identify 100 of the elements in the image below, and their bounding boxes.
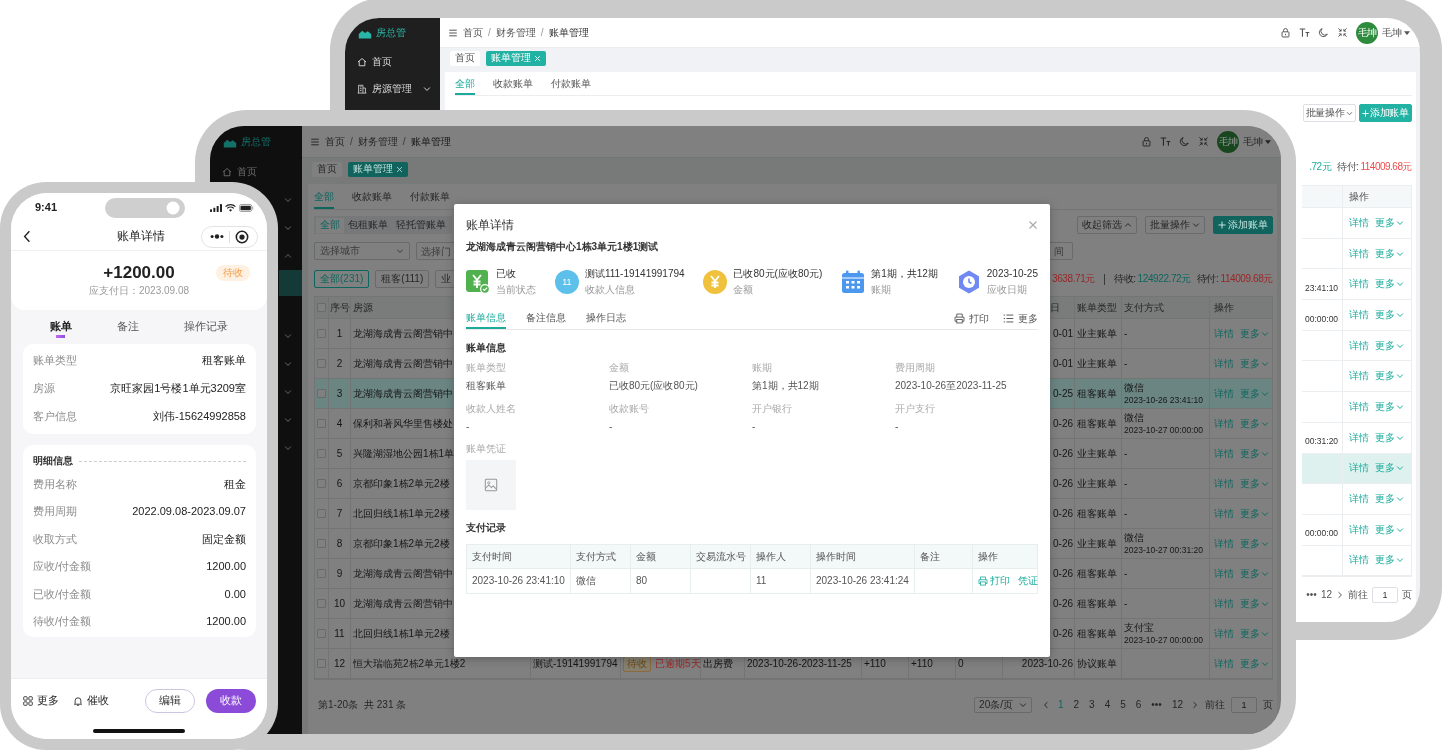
count-tab[interactable]: 全部(231) (314, 270, 370, 288)
menu-icon[interactable] (448, 27, 458, 38)
lock-icon[interactable] (1141, 136, 1152, 147)
shrink-screen-icon[interactable] (1198, 136, 1209, 147)
chevron-down-icon[interactable] (284, 224, 292, 232)
more-actions-link[interactable]: 更多 (1375, 523, 1404, 536)
breadcrumb-link[interactable]: 财务管理 (357, 135, 398, 148)
checkbox[interactable] (317, 329, 326, 338)
detail-link[interactable]: 详情 (1214, 327, 1234, 340)
next-page-icon[interactable] (1191, 701, 1199, 709)
goto-page-input[interactable]: 1 (1231, 697, 1257, 713)
user-menu[interactable]: 毛坤 (1382, 26, 1410, 39)
checkbox[interactable] (317, 479, 326, 488)
more-actions-link[interactable]: 更多 (1375, 462, 1404, 475)
detail-link[interactable]: 详情 (1214, 507, 1234, 520)
detail-link[interactable]: 详情 (1214, 447, 1234, 460)
close-icon[interactable] (396, 165, 403, 173)
add-bill-button[interactable]: 添加账单 (1213, 216, 1273, 234)
shrink-screen-icon[interactable] (1337, 27, 1348, 38)
more-actions-link[interactable]: 更多 (1240, 387, 1269, 400)
sidebar-item[interactable]: 首页 (345, 48, 440, 75)
more-actions-link[interactable]: 更多 (1240, 417, 1269, 430)
more-actions-link[interactable]: 更多 (1375, 339, 1404, 352)
page-link[interactable]: 2 (1071, 699, 1082, 711)
tab[interactable]: 收款账单 (352, 184, 392, 209)
detail-link[interactable]: 详情 (1349, 523, 1369, 536)
page-tab[interactable]: 账单管理 (348, 161, 408, 177)
more-actions-link[interactable]: 更多 (1240, 597, 1269, 610)
more-actions-link[interactable]: 更多 (1375, 493, 1404, 506)
previous-page-icon[interactable] (1042, 701, 1050, 709)
segment-tab[interactable]: 轻托管账单 (392, 217, 450, 233)
checkbox[interactable] (317, 629, 326, 638)
tab[interactable]: 付款账单 (551, 72, 591, 95)
tab[interactable]: 全部 (455, 72, 475, 95)
checkbox[interactable] (317, 569, 326, 578)
more-actions-link[interactable]: 更多 (1240, 447, 1269, 460)
page-tab[interactable]: 首页 (450, 50, 480, 66)
more-dots-icon[interactable] (209, 234, 224, 239)
tab[interactable]: 账单信息 (466, 308, 506, 329)
detail-link[interactable]: 详情 (1214, 417, 1234, 430)
breadcrumb-link[interactable]: 财务管理 (495, 26, 536, 39)
back-icon[interactable] (23, 230, 31, 243)
more-actions-link[interactable]: 更多 (1240, 357, 1269, 370)
tab[interactable]: 收款账单 (493, 72, 533, 95)
chevron-down-icon[interactable] (284, 416, 292, 424)
tab[interactable]: 备注信息 (526, 308, 566, 329)
more-actions-link[interactable]: 更多 (1240, 327, 1269, 340)
tab[interactable]: 操作日志 (586, 308, 626, 329)
chevron-down-icon[interactable] (284, 388, 292, 396)
checkbox[interactable] (317, 359, 326, 368)
detail-link[interactable]: 详情 (1214, 387, 1234, 400)
collapse-filters-button[interactable]: 收起筛选 (1077, 216, 1137, 234)
checkbox[interactable] (317, 419, 326, 428)
chevron-up-icon[interactable] (284, 252, 292, 260)
detail-link[interactable]: 详情 (1349, 339, 1369, 352)
checkbox[interactable] (317, 509, 326, 518)
chevron-down-icon[interactable] (284, 360, 292, 368)
home-indicator[interactable] (93, 729, 185, 733)
more-actions-link[interactable]: 更多 (1375, 216, 1404, 229)
page-link[interactable]: 3 (1087, 699, 1097, 711)
more-actions-link[interactable]: 更多 (1375, 278, 1404, 291)
detail-link[interactable]: 详情 (1214, 567, 1234, 580)
sidebar-item[interactable]: 房源管理 (345, 75, 440, 102)
breadcrumb-link[interactable]: 首页 (325, 135, 345, 148)
target-icon[interactable] (235, 229, 250, 244)
print-link[interactable]: 打印 (978, 575, 1010, 587)
add-bill-button[interactable]: 添加账单 (1358, 104, 1412, 122)
lock-icon[interactable] (1280, 27, 1291, 38)
detail-link[interactable]: 详情 (1214, 597, 1234, 610)
detail-link[interactable]: 详情 (1349, 247, 1369, 260)
tab[interactable]: 全部 (314, 184, 334, 209)
page-link[interactable]: 5 (1118, 699, 1128, 711)
checkbox[interactable] (317, 659, 326, 668)
checkbox[interactable] (317, 389, 326, 398)
remind-button[interactable]: 催收 (73, 694, 109, 708)
tab[interactable]: 操作记录 (182, 316, 231, 338)
page-tab[interactable]: 首页 (312, 161, 342, 177)
breadcrumb-link[interactable]: 首页 (463, 26, 483, 39)
tab[interactable]: 付款账单 (410, 184, 450, 209)
moon-icon[interactable] (1179, 136, 1190, 147)
more-actions-link[interactable]: 更多 (1375, 431, 1404, 444)
chevron-down-icon[interactable] (284, 444, 292, 452)
user-avatar[interactable]: 毛坤 (1217, 130, 1239, 153)
checkbox[interactable] (317, 303, 326, 312)
sidebar-item[interactable]: 首页 (210, 158, 302, 186)
page-link[interactable]: 12 (1320, 589, 1332, 602)
more-actions-link[interactable]: 更多 (1240, 477, 1269, 490)
detail-link[interactable]: 详情 (1349, 308, 1369, 321)
edit-button[interactable]: 编辑 (145, 689, 195, 713)
print-button[interactable]: 打印 (954, 312, 989, 325)
batch-actions-button[interactable]: 批量操作 (1145, 216, 1205, 234)
font-size-icon[interactable] (1160, 136, 1171, 147)
page-tab[interactable]: 账单管理 (486, 50, 546, 66)
detail-link[interactable]: 详情 (1214, 537, 1234, 550)
detail-link[interactable]: 详情 (1349, 431, 1369, 444)
more-button[interactable]: 更多 (23, 694, 59, 708)
more-actions-link[interactable]: 更多 (1240, 537, 1269, 550)
next-page-icon[interactable] (1336, 591, 1344, 600)
checkbox[interactable] (317, 599, 326, 608)
tab[interactable]: 备注 (115, 316, 141, 338)
